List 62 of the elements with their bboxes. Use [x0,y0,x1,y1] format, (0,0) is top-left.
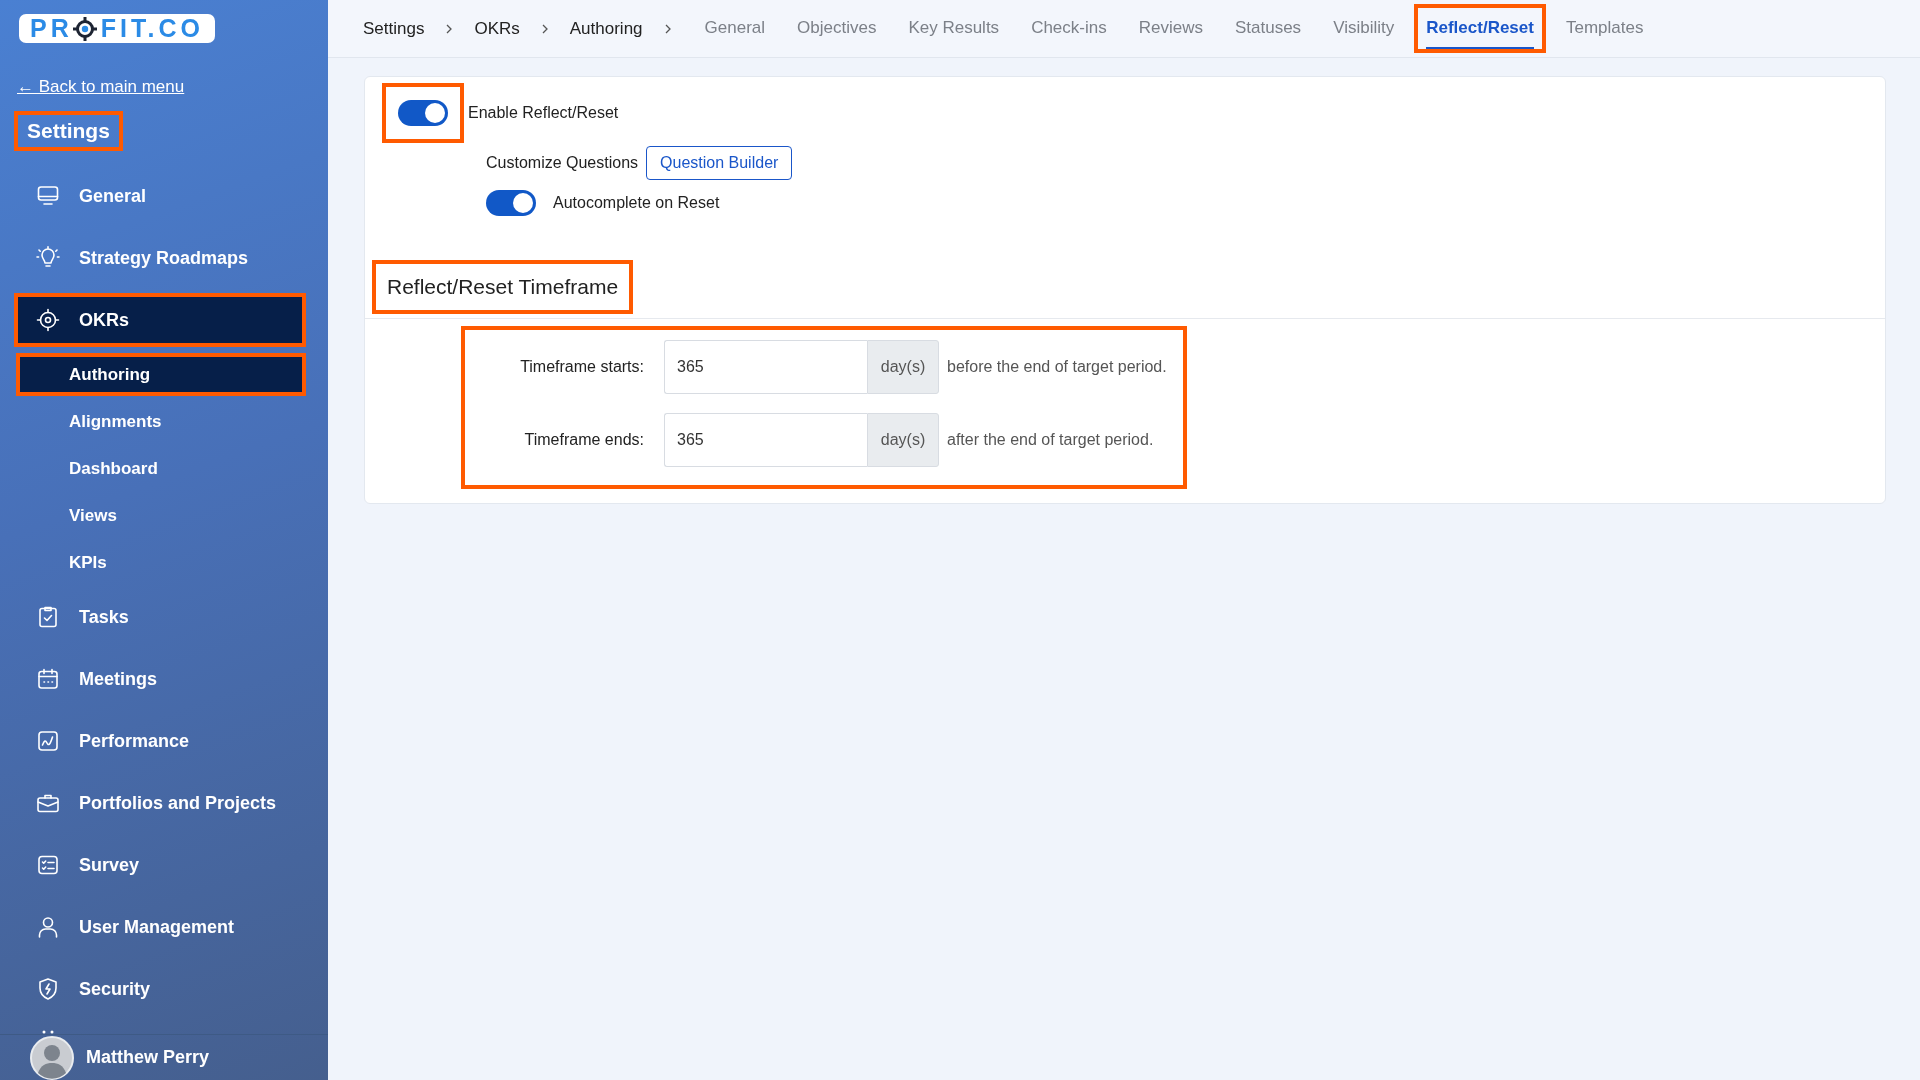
menu-item[interactable]: Survey [14,838,306,892]
tab[interactable]: Templates [1553,4,1656,53]
shield-icon [36,977,60,1001]
toggle-label: Enable Reflect/Reset [468,104,619,122]
submenu-item[interactable]: Authoring [16,353,306,396]
chevron-icon [664,23,671,34]
calendar-icon [36,667,60,691]
tab[interactable]: Check-ins [1019,4,1119,53]
breadcrumb-link[interactable]: Authoring [569,18,643,39]
tab[interactable]: General [692,4,778,53]
tab[interactable]: Key Results [896,4,1012,53]
submenu-item[interactable]: Views [16,494,306,537]
tab[interactable]: Visibility [1321,4,1407,53]
number-field[interactable]: 365 [664,413,867,467]
menu-item[interactable]: Security [14,962,306,1016]
chart-icon [36,729,60,753]
lightbulb-icon [36,246,60,270]
toggle-switch[interactable] [486,190,536,216]
monitor-icon [36,184,60,208]
number-field[interactable]: 365 [664,340,867,394]
field-label: Customize Questions [486,154,639,172]
menu-item[interactable]: Tasks [14,590,306,644]
breadcrumb-link[interactable]: OKRs [474,18,520,39]
unit-label: day(s) [867,413,939,467]
unit-label: day(s) [867,340,939,394]
user-name: Matthew Perry [86,1047,210,1068]
menu-item[interactable]: Performance [14,714,306,768]
field-note: after the end of target period. [947,431,1154,449]
clipboard-check-icon [36,605,60,629]
tab[interactable]: Objectives [785,4,889,53]
menu-item[interactable]: Strategy Roadmaps [14,231,306,285]
more-icon [42,1030,54,1034]
menu-item[interactable]: User Management [14,900,306,954]
submenu-item[interactable]: Dashboard [16,447,306,490]
checklist-icon [36,853,60,877]
chevron-icon [446,23,453,34]
target-icon [72,16,97,41]
logo-text: PR [30,14,73,43]
tab[interactable]: Reflect/Reset [1414,4,1546,53]
target-icon [36,308,60,332]
question-builder-button[interactable]: Question Builder [646,146,793,180]
back-link[interactable]: ← Back to main menu [17,77,185,97]
menu-item[interactable]: General [14,169,306,223]
breadcrumb-link[interactable]: Settings [363,18,425,39]
menu-item[interactable]: Meetings [14,652,306,706]
submenu-item[interactable]: KPIs [16,541,306,584]
tab[interactable]: Reviews [1126,4,1215,53]
field-label: Timeframe starts: [519,358,644,376]
toggle-label: Autocomplete on Reset [553,194,720,212]
user-icon [36,915,60,939]
tab[interactable]: Statuses [1222,4,1314,53]
field-label: Timeframe ends: [523,431,644,449]
submenu-item[interactable]: Alignments [16,400,306,443]
section-heading: Reflect/Reset Timeframe [372,260,634,314]
menu-item[interactable]: Portfolios and Projects [14,776,306,830]
avatar[interactable] [30,1035,74,1080]
menu-item[interactable]: OKRs [14,293,306,347]
logo-text: FIT.CO [100,14,204,43]
field-note: before the end of target period. [947,358,1167,376]
sidebar-title: Settings [14,111,123,151]
toggle-switch[interactable] [398,100,448,126]
chevron-icon [541,23,548,34]
